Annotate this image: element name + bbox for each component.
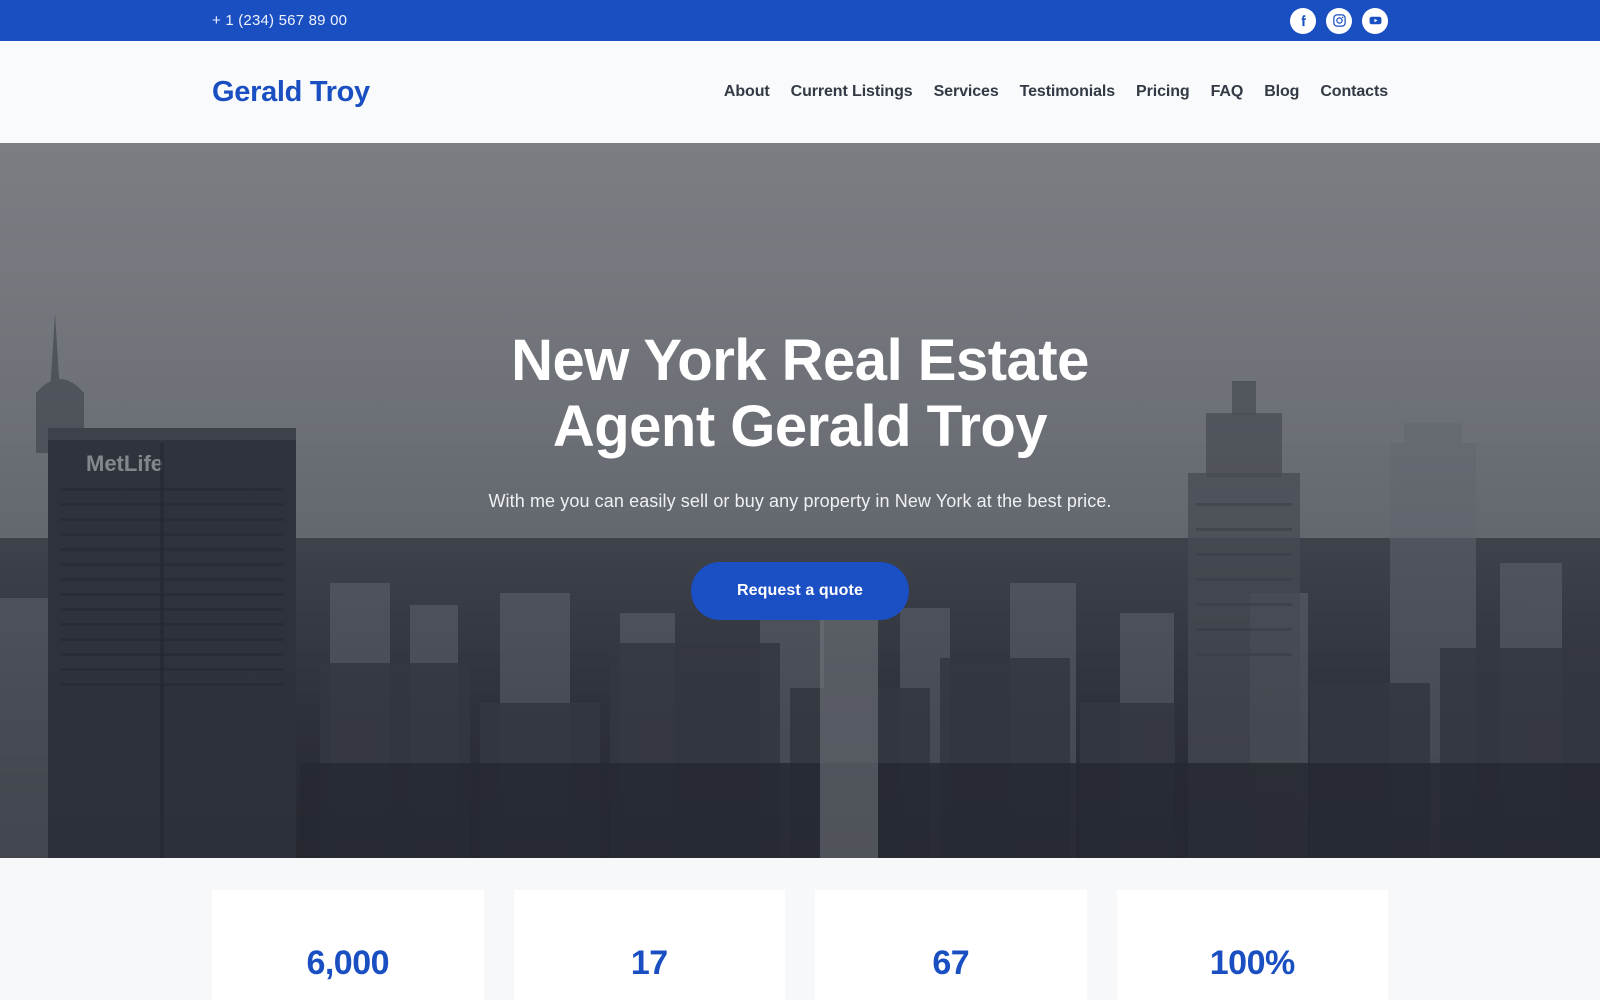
stat-value: 17 bbox=[630, 943, 668, 982]
hero-heading: New York Real Estate Agent Gerald Troy bbox=[511, 328, 1089, 460]
stat-card: 17 bbox=[513, 890, 785, 1000]
nav-item-pricing[interactable]: Pricing bbox=[1136, 83, 1190, 101]
nav-item-faq[interactable]: FAQ bbox=[1211, 83, 1244, 101]
nav-item-current-listings[interactable]: Current Listings bbox=[791, 83, 913, 101]
nav-item-testimonials[interactable]: Testimonials bbox=[1020, 83, 1116, 101]
request-quote-button[interactable]: Request a quote bbox=[691, 562, 909, 621]
youtube-icon[interactable] bbox=[1362, 7, 1388, 34]
hero-subtitle: With me you can easily sell or buy any p… bbox=[488, 491, 1112, 512]
stats-row: 6,000 17 67 100% bbox=[212, 890, 1388, 1000]
stat-card: 6,000 bbox=[212, 890, 484, 1000]
stat-card: 67 bbox=[815, 890, 1087, 1000]
nav-item-contacts[interactable]: Contacts bbox=[1320, 83, 1388, 101]
stat-value: 100% bbox=[1209, 943, 1295, 982]
nav-item-blog[interactable]: Blog bbox=[1264, 83, 1299, 101]
phone-number[interactable]: + 1 (234) 567 89 00 bbox=[212, 12, 347, 29]
main-navigation: About Current Listings Services Testimon… bbox=[724, 83, 1388, 101]
top-bar: + 1 (234) 567 89 00 bbox=[0, 0, 1600, 41]
stats-section: 6,000 17 67 100% bbox=[0, 858, 1600, 1000]
facebook-icon[interactable] bbox=[1290, 7, 1316, 34]
stat-card: 100% bbox=[1116, 890, 1388, 1000]
stat-value: 6,000 bbox=[306, 943, 390, 982]
nav-item-services[interactable]: Services bbox=[934, 83, 999, 101]
nav-item-about[interactable]: About bbox=[724, 83, 770, 101]
instagram-icon[interactable] bbox=[1326, 7, 1352, 34]
social-links bbox=[1290, 7, 1388, 34]
hero-heading-line1: New York Real Estate bbox=[511, 328, 1089, 393]
hero-section: MetLife bbox=[0, 143, 1600, 858]
site-header: Gerald Troy About Current Listings Servi… bbox=[0, 41, 1600, 143]
hero-heading-line2: Agent Gerald Troy bbox=[552, 394, 1048, 460]
stat-value: 67 bbox=[932, 943, 970, 982]
site-logo[interactable]: Gerald Troy bbox=[212, 76, 370, 109]
